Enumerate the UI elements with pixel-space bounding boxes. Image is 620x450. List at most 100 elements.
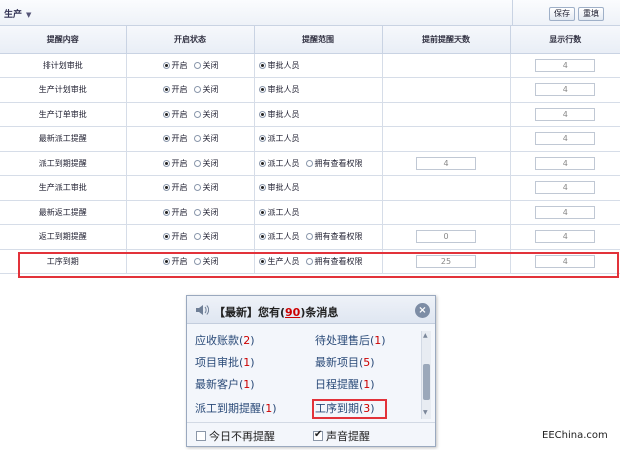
radio-unchecked-icon[interactable] [305,159,313,167]
status-off-radio[interactable]: 关闭 [193,158,219,168]
status-on-radio[interactable]: 开启 [162,85,188,94]
radio-checked-icon[interactable] [162,61,170,69]
message-item-label[interactable]: 待处理售后 [315,334,370,347]
advance-days-input[interactable]: 0 [416,230,476,244]
scope-label: 派工人员 [267,232,300,242]
reminder-name: 排计划审批 [0,53,127,78]
status-off-radio[interactable]: 关闭 [193,134,219,144]
message-item[interactable]: 派工到期提醒(1) [195,400,277,416]
save-button[interactable]: 保存 [549,7,575,21]
status-on-radio[interactable]: 开启 [162,134,188,143]
view-permission-radio[interactable]: 拥有查看权限 [305,159,363,168]
status-on-radio[interactable]: 开启 [162,208,188,217]
radio-checked-icon[interactable] [258,61,266,69]
scope-radio[interactable]: 审批人员 [258,183,300,192]
no-remind-today-checkbox[interactable]: 今日不再提醒 [196,428,275,444]
message-item[interactable]: 日程提醒(1) [315,376,375,392]
close-icon[interactable]: × [415,303,430,318]
scope-radio[interactable]: 审批人员 [258,110,300,119]
status-cell: 开启 关闭 [126,126,255,152]
sound-remind-checkbox[interactable]: 声音提醒 [313,428,370,444]
message-count-link[interactable]: 90 [285,306,300,319]
radio-checked-icon[interactable] [258,110,266,118]
radio-checked-icon[interactable] [162,233,170,241]
message-item[interactable]: 项目审批(1) [195,354,255,370]
display-lines-input[interactable]: 4 [535,132,596,146]
view-permission-radio[interactable]: 拥有查看权限 [305,232,363,241]
display-lines-input[interactable]: 4 [535,83,596,97]
message-item-count: 1 [243,378,251,391]
message-item[interactable]: 应收账款(2) [195,332,255,348]
advance-days-input[interactable]: 4 [416,156,476,170]
reminder-name: 最新返工提醒 [0,200,127,225]
radio-checked-icon[interactable] [258,159,266,167]
status-on-radio[interactable]: 开启 [162,159,188,168]
radio-checked-icon[interactable] [258,184,266,192]
scrollbar-thumb[interactable] [423,364,430,400]
checked-checkbox-icon[interactable] [313,429,323,441]
status-on-radio[interactable]: 开启 [162,183,188,192]
checkbox-icon[interactable] [196,431,206,441]
radio-checked-icon[interactable] [162,184,170,192]
scope-radio[interactable]: 派工人员 [258,232,300,242]
status-off-label: 关闭 [202,158,219,168]
message-item-label[interactable]: 应收账款 [195,334,239,347]
radio-unchecked-icon[interactable] [193,159,201,167]
status-on-radio[interactable]: 开启 [162,232,188,241]
message-item-label[interactable]: 项目审批 [195,356,239,369]
status-off-radio[interactable]: 关闭 [193,183,219,192]
message-item[interactable]: 最新客户(1) [195,376,255,392]
radio-checked-icon[interactable] [162,135,170,143]
radio-unchecked-icon[interactable] [193,184,201,192]
scope-radio[interactable]: 派工人员 [258,159,300,168]
radio-checked-icon[interactable] [162,208,170,216]
radio-unchecked-icon[interactable] [193,208,201,216]
scope-radio[interactable]: 审批人员 [258,85,300,94]
status-on-radio[interactable]: 开启 [162,60,188,70]
message-item-label[interactable]: 日程提醒 [315,378,359,391]
radio-checked-icon[interactable] [258,135,266,143]
radio-unchecked-icon[interactable] [305,233,313,241]
message-item-label[interactable]: 最新项目 [315,356,359,369]
radio-checked-icon[interactable] [162,110,170,118]
display-lines-input[interactable]: 4 [535,181,596,195]
radio-unchecked-icon[interactable] [193,86,201,94]
scope-radio[interactable]: 派工人员 [258,134,300,143]
popup-scrollbar[interactable]: ▲ ▼ [421,331,431,419]
scroll-up-icon[interactable]: ▲ [423,332,428,339]
message-item[interactable]: 待处理售后(1) [315,332,386,348]
scope-radio[interactable]: 派工人员 [258,208,300,217]
display-lines-input[interactable]: 4 [535,107,596,121]
scroll-down-icon[interactable]: ▼ [423,409,428,416]
display-lines-input[interactable]: 4 [535,58,596,72]
radio-checked-icon[interactable] [258,233,266,241]
status-off-radio[interactable]: 关闭 [193,232,219,241]
radio-unchecked-icon[interactable] [193,135,201,143]
message-item-label[interactable]: 最新客户 [195,378,239,391]
scope-radio[interactable]: 审批人员 [258,61,300,70]
radio-unchecked-icon[interactable] [193,233,201,241]
display-lines-input[interactable]: 4 [535,230,596,244]
radio-checked-icon[interactable] [258,208,266,216]
radio-unchecked-icon[interactable] [193,110,201,118]
status-off-radio[interactable]: 关闭 [193,110,219,119]
display-lines-input[interactable]: 4 [535,156,596,170]
status-on-radio[interactable]: 开启 [162,110,188,119]
status-off-radio[interactable]: 关闭 [193,207,219,217]
status-on-label: 开启 [171,60,188,70]
radio-checked-icon[interactable] [258,86,266,94]
radio-checked-icon[interactable] [162,86,170,94]
status-off-radio[interactable]: 关闭 [193,85,219,94]
item-highlight-frame [312,399,387,419]
radio-unchecked-icon[interactable] [193,61,201,69]
status-off-label: 关闭 [202,207,219,217]
message-item-label[interactable]: 派工到期提醒 [195,402,261,415]
reset-button[interactable]: 重填 [578,7,604,21]
caret-down-icon: ▼ [26,11,32,19]
radio-checked-icon[interactable] [162,159,170,167]
section-dropdown[interactable]: 生产 ▼ [4,7,31,20]
status-off-radio[interactable]: 关闭 [193,61,219,70]
display-lines-input[interactable]: 4 [535,205,596,219]
message-item[interactable]: 最新项目(5) [315,354,375,370]
status-off-label: 关闭 [202,134,219,144]
